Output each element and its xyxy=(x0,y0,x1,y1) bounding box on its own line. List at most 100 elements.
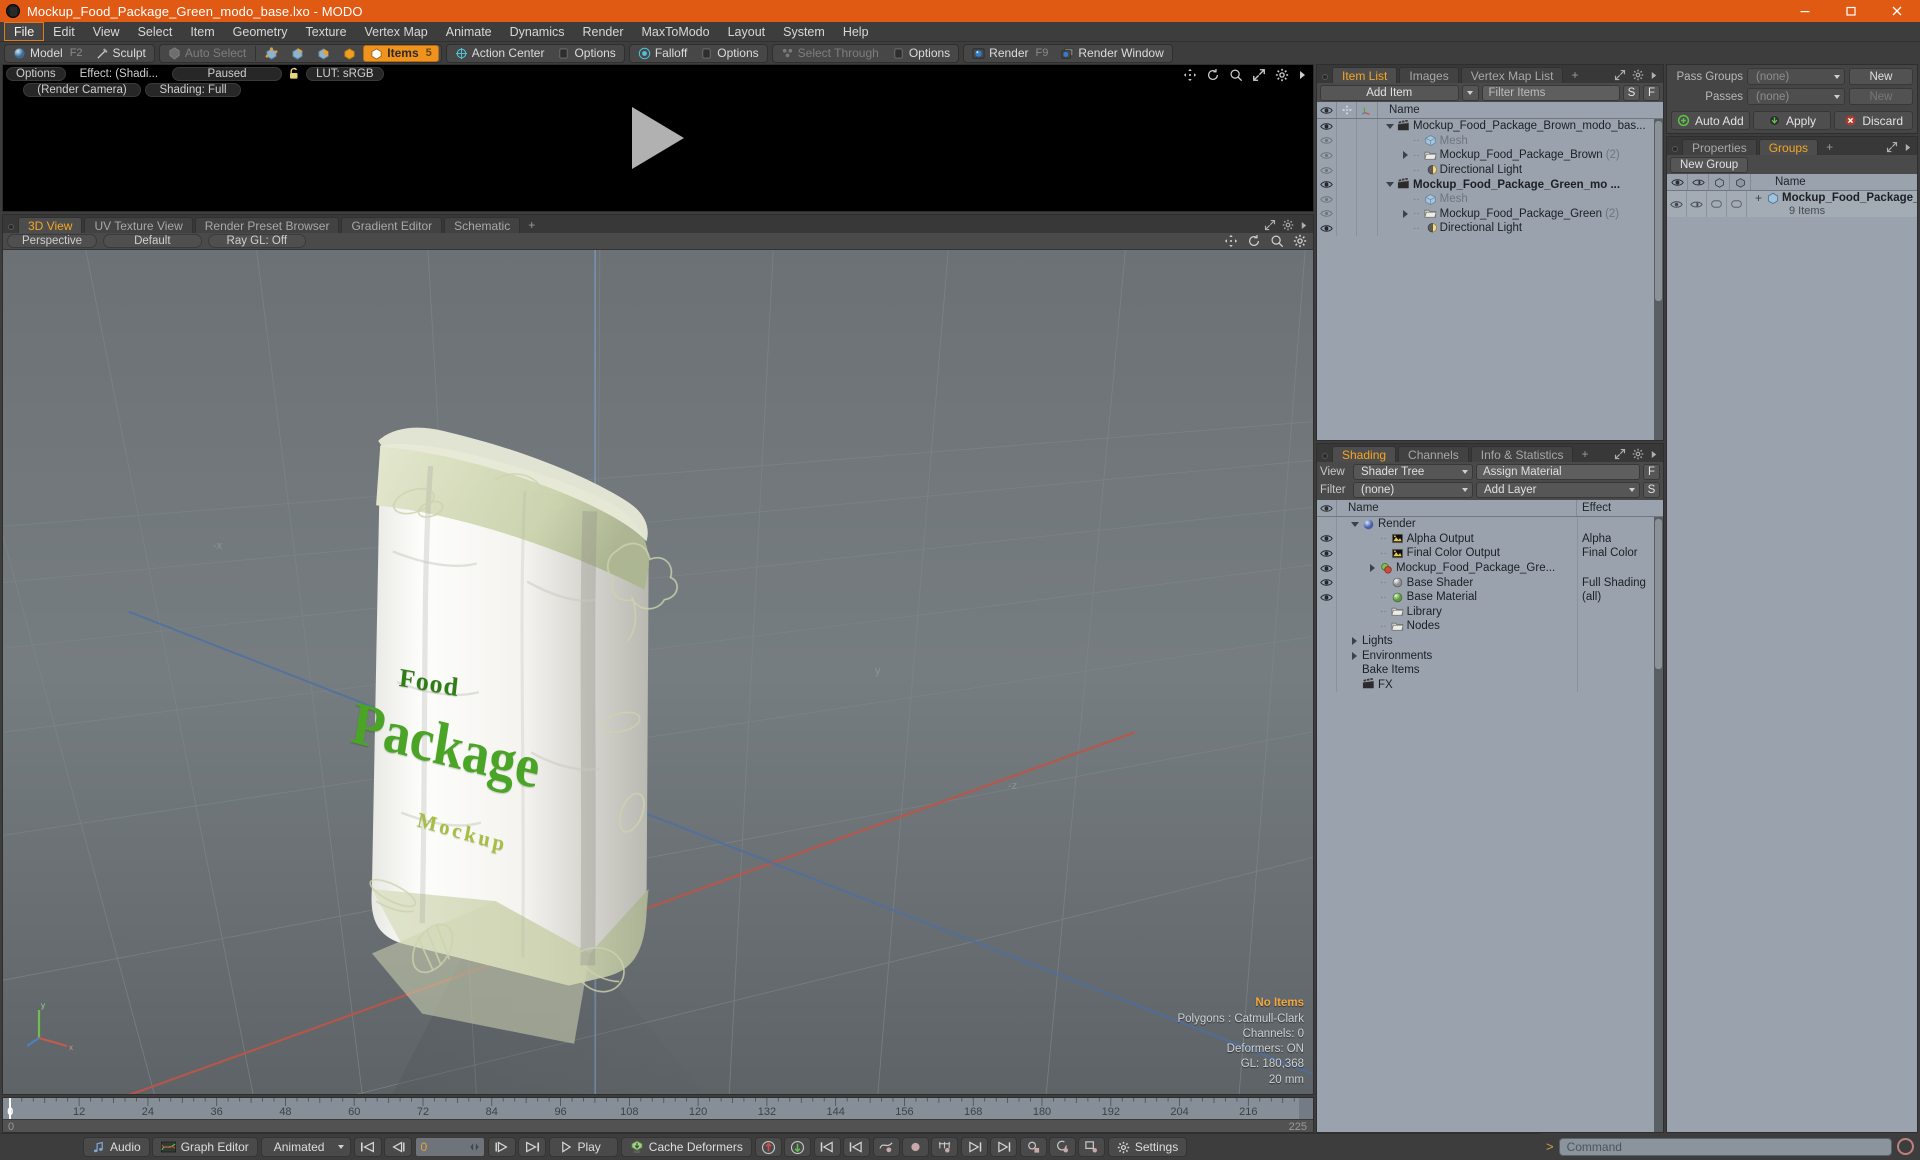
item-list-cell[interactable] xyxy=(1357,206,1378,222)
twist-down-icon[interactable] xyxy=(1385,182,1394,188)
shading-effect-cell[interactable] xyxy=(1577,604,1663,620)
key-rotate-button[interactable] xyxy=(1048,1137,1076,1157)
shading-visibility-toggle[interactable] xyxy=(1317,575,1337,590)
shading-tab-handle-icon[interactable] xyxy=(1322,453,1328,459)
item-list-cell[interactable] xyxy=(1337,191,1357,207)
menu-dynamics[interactable]: Dynamics xyxy=(501,22,574,41)
item-list-f-button[interactable]: F xyxy=(1643,84,1660,101)
item-list-cell[interactable] xyxy=(1337,221,1357,236)
viewport-settings-gear-icon[interactable] xyxy=(1293,234,1307,248)
preview-shading-button[interactable]: Shading: Full xyxy=(145,83,241,97)
passes-dropdown[interactable]: (none) xyxy=(1747,88,1845,105)
falloff-options-button[interactable]: Options xyxy=(694,45,764,62)
auto-select-button[interactable]: Auto Select xyxy=(162,45,252,62)
item-list-cell[interactable] xyxy=(1337,133,1357,149)
timeline-playhead[interactable] xyxy=(8,1098,11,1120)
close-button[interactable] xyxy=(1874,0,1920,22)
shading-effect-cell[interactable] xyxy=(1577,662,1663,678)
item-visibility-toggle[interactable] xyxy=(1317,221,1337,236)
shading-list-body[interactable]: Render ·· Alpha Output Alpha ·· Final Color O… xyxy=(1317,517,1663,1132)
menu-animate[interactable]: Animate xyxy=(437,22,501,41)
item-list-row[interactable]: ·· Mesh xyxy=(1317,191,1663,207)
shading-effect-cell[interactable] xyxy=(1577,677,1663,693)
item-list-s-button[interactable]: S xyxy=(1623,84,1640,101)
item-list-row[interactable]: ·· Directional Light xyxy=(1317,162,1663,178)
item-list-tab-handle-icon[interactable] xyxy=(1322,74,1328,80)
key-channels-button[interactable] xyxy=(930,1137,958,1157)
tab-uv-texture-view[interactable]: UV Texture View xyxy=(84,217,193,233)
item-list-cell[interactable] xyxy=(1357,162,1378,178)
shading-row[interactable]: ·· Library xyxy=(1317,604,1663,620)
shading-row[interactable]: ·· Base Shader Full Shading xyxy=(1317,575,1663,590)
shading-visibility-toggle[interactable] xyxy=(1317,633,1337,649)
group-render-toggle[interactable] xyxy=(1687,191,1707,217)
gear-icon[interactable] xyxy=(1275,68,1289,82)
item-list-cell[interactable] xyxy=(1337,148,1357,163)
add-item-button[interactable]: Add Item xyxy=(1320,84,1459,101)
shading-effect-cell[interactable] xyxy=(1577,517,1663,532)
select-through-button[interactable]: Select Through xyxy=(775,45,885,62)
model-mode-button[interactable]: Model F2 xyxy=(7,45,89,62)
preview-paused-button[interactable]: Paused xyxy=(172,66,283,81)
twist-right-icon[interactable] xyxy=(1350,651,1359,660)
item-list-menu-arrow-icon[interactable] xyxy=(1650,70,1658,81)
item-list-row[interactable]: Mockup_Food_Package_Green_mo ... xyxy=(1317,177,1663,192)
menu-view[interactable]: View xyxy=(84,22,129,41)
item-visibility-toggle[interactable] xyxy=(1317,206,1337,222)
frame-stepper-icon[interactable] xyxy=(469,1142,480,1152)
viewport-style-button[interactable]: Default xyxy=(103,234,202,248)
shading-maximize-icon[interactable] xyxy=(1614,448,1626,460)
sculpt-mode-button[interactable]: Sculpt xyxy=(90,45,152,62)
menu-texture[interactable]: Texture xyxy=(297,22,356,41)
key-transform-button[interactable] xyxy=(1019,1137,1047,1157)
viewport-projection-button[interactable]: Perspective xyxy=(7,234,98,248)
action-center-options-button[interactable]: Options xyxy=(551,45,621,62)
menu-help[interactable]: Help xyxy=(834,22,878,41)
tab-3d-view[interactable]: 3D View xyxy=(18,217,83,233)
tab-groups[interactable]: Groups xyxy=(1758,139,1819,155)
menu-maxtomodo[interactable]: MaxToModo xyxy=(633,22,719,41)
shading-effect-cell[interactable]: Full Shading xyxy=(1577,575,1663,590)
group-expand-plus-icon[interactable]: + xyxy=(1755,191,1762,205)
tab-schematic[interactable]: Schematic xyxy=(444,217,521,233)
item-list-row[interactable]: ·· Mockup_Food_Package_Brown (2) xyxy=(1317,148,1663,163)
item-list-maximize-icon[interactable] xyxy=(1614,69,1626,81)
graph-editor-button[interactable]: Graph Editor xyxy=(151,1137,258,1157)
item-list-row[interactable]: ·· Mesh xyxy=(1317,133,1663,149)
menu-file[interactable]: File xyxy=(4,22,45,41)
preview-lock-icon[interactable] xyxy=(286,67,302,80)
shading-effect-cell[interactable] xyxy=(1577,560,1663,576)
set-key-button[interactable] xyxy=(901,1137,929,1157)
timeline-ruler[interactable]: 0122436486072849610812013214415616818019… xyxy=(3,1098,1313,1120)
shading-effect-cell[interactable] xyxy=(1577,619,1663,634)
tab-add-shading[interactable]: + xyxy=(1575,446,1594,462)
menu-render[interactable]: Render xyxy=(574,22,633,41)
tab-render-preset-browser[interactable]: Render Preset Browser xyxy=(194,217,340,233)
shading-visibility-toggle[interactable] xyxy=(1317,648,1337,663)
items-mode-button[interactable]: Items 5 xyxy=(363,44,439,62)
material-mode-button[interactable] xyxy=(337,45,362,62)
pan-icon[interactable] xyxy=(1183,68,1197,82)
render-button[interactable]: Render F9 xyxy=(966,45,1054,62)
tab-gradient-editor[interactable]: Gradient Editor xyxy=(341,217,443,233)
item-list-cell[interactable] xyxy=(1337,177,1357,192)
preview-effect-label[interactable]: Effect: (Shadi... xyxy=(69,66,169,81)
key-up-button[interactable] xyxy=(754,1137,782,1157)
groups-list-body[interactable]: + Mockup_Food_Package_Gr ... 9 Items xyxy=(1667,191,1917,1132)
next-frame-button[interactable] xyxy=(488,1137,517,1157)
audio-button[interactable]: Audio xyxy=(83,1137,150,1157)
command-record-button[interactable] xyxy=(1897,1138,1914,1155)
shading-row[interactable]: FX xyxy=(1317,677,1663,693)
group-toggle-b[interactable] xyxy=(1727,191,1747,217)
render-window-button[interactable]: Render Window xyxy=(1055,45,1169,62)
shading-filter-dropdown[interactable]: (none) xyxy=(1353,481,1473,498)
go-to-end-button[interactable] xyxy=(518,1137,547,1157)
shading-row[interactable]: Bake Items xyxy=(1317,662,1663,678)
item-list-cell[interactable] xyxy=(1357,177,1378,192)
shading-visibility-toggle[interactable] xyxy=(1317,604,1337,620)
passes-new-button[interactable]: New xyxy=(1849,88,1913,105)
tab-vertex-map-list[interactable]: Vertex Map List xyxy=(1460,67,1564,83)
twist-right-icon[interactable] xyxy=(1401,209,1410,218)
twist-right-icon[interactable] xyxy=(1350,637,1359,646)
minimize-button[interactable] xyxy=(1782,0,1828,22)
